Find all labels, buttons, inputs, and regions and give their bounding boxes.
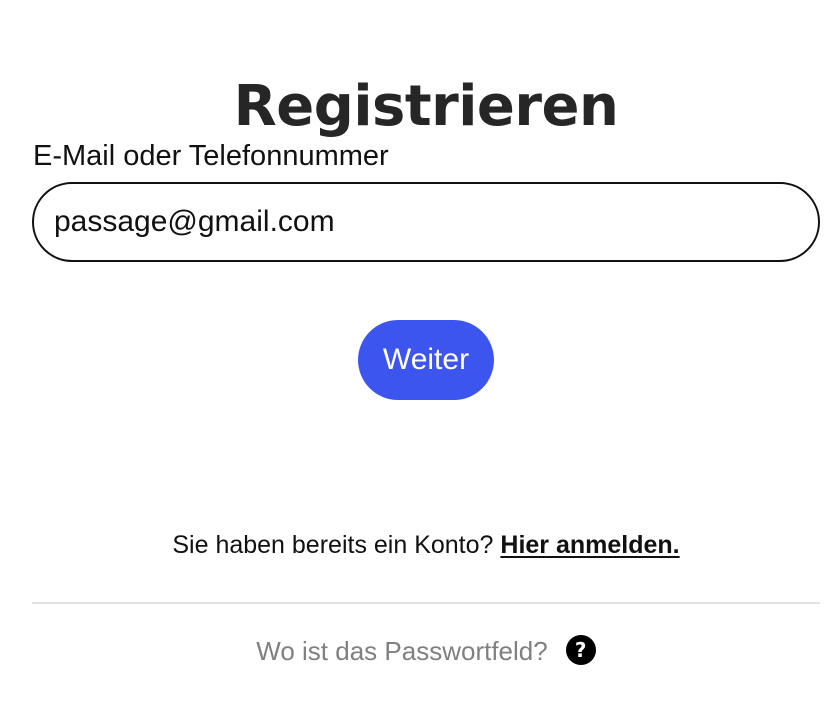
divider — [32, 602, 820, 604]
login-prompt: Sie haben bereits ein Konto? Hier anmeld… — [0, 528, 840, 562]
password-help-text: Wo ist das Passwortfeld? — [256, 636, 548, 666]
question-circle-icon[interactable]: ? — [565, 635, 596, 666]
login-prompt-text: Sie haben bereits ein Konto? — [172, 531, 494, 559]
continue-button[interactable]: Weiter — [358, 320, 494, 400]
email-field-label: E-Mail oder Telefonnummer — [33, 140, 389, 172]
password-help-link[interactable]: Wo ist das Passwortfeld?? — [0, 633, 840, 669]
login-link[interactable]: Hier anmelden. — [500, 531, 679, 559]
page-title: Registrieren — [233, 73, 619, 139]
email-field[interactable] — [32, 182, 820, 262]
